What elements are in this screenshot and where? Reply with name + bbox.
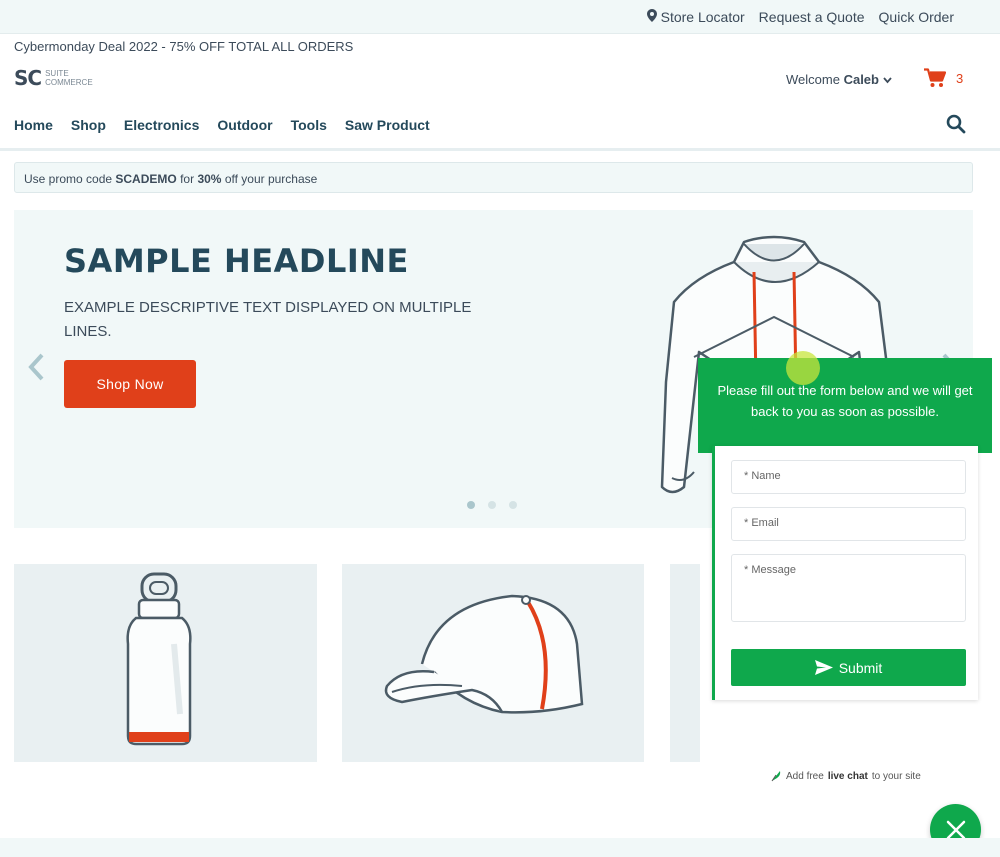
welcome-prefix: Welcome — [786, 72, 840, 87]
product-tile-bottle[interactable] — [14, 564, 317, 762]
main-nav: Home Shop Electronics Outdoor Tools Saw … — [14, 117, 430, 133]
live-chat-promo[interactable]: Add free live chat to your site — [770, 770, 921, 782]
submit-label: Submit — [838, 659, 883, 676]
cap-illustration — [384, 594, 584, 714]
user-name: Caleb — [843, 72, 879, 87]
promo-banner: Use promo code SCADEMO for 30% off your … — [14, 162, 973, 193]
carousel-dot-3[interactable] — [509, 501, 517, 509]
promo-live-chat: live chat — [827, 770, 868, 782]
shop-now-button[interactable]: Shop Now — [64, 360, 196, 408]
promo-code: SCADEMO — [115, 172, 177, 186]
quick-order-link[interactable]: Quick Order — [879, 9, 954, 25]
utility-bar: Store Locator Request a Quote Quick Orde… — [0, 0, 1000, 34]
chevron-down-icon — [882, 77, 892, 84]
store-locator-link[interactable]: Store Locator — [646, 9, 745, 25]
promo-to-site: to your site — [871, 770, 921, 782]
nav-item-tools[interactable]: Tools — [291, 117, 327, 133]
bottom-strip — [0, 838, 1000, 857]
logo-line-1: SUITE — [45, 69, 69, 78]
widget-header: Please fill out the form below and we wi… — [698, 358, 992, 453]
logo-line-2: COMMERCE — [45, 78, 93, 87]
promo-prefix: Use promo code — [24, 172, 113, 186]
contact-form-widget: Please fill out the form below and we wi… — [698, 358, 992, 758]
promo-add-free: Add free — [786, 770, 824, 782]
product-tile-cap[interactable] — [342, 564, 644, 762]
carousel-dots — [467, 501, 517, 509]
site-logo[interactable]: SC SUITE COMMERCE — [14, 66, 93, 90]
cart-count: 3 — [956, 70, 964, 86]
announcement-text: Cybermonday Deal 2022 - 75% OFF TOTAL AL… — [14, 39, 354, 54]
cursor-highlight — [786, 351, 820, 385]
brand-leaf-icon — [771, 771, 781, 782]
account-menu[interactable]: Welcome Caleb — [786, 72, 892, 87]
cart-icon — [924, 68, 946, 87]
hero-description: EXAMPLE DESCRIPTIVE TEXT DISPLAYED ON MU… — [64, 299, 472, 340]
widget-form: * Name * Email * Message Submit — [712, 446, 978, 700]
close-icon — [946, 820, 965, 839]
water-bottle-illustration — [126, 572, 192, 746]
nav-item-outdoor[interactable]: Outdoor — [217, 117, 272, 133]
nav-divider — [0, 148, 1000, 151]
promo-middle: for — [180, 172, 195, 186]
chevron-left-icon — [28, 353, 44, 381]
promo-percent: 30% — [197, 172, 222, 186]
product-tile-3[interactable] — [670, 564, 700, 762]
message-field[interactable]: * Message — [731, 554, 966, 622]
nav-item-home[interactable]: Home — [14, 117, 53, 133]
store-locator-label: Store Locator — [660, 9, 745, 25]
hero-headline: SAMPLE HEADLINE — [64, 242, 409, 280]
name-field[interactable]: * Name — [731, 460, 966, 494]
nav-item-electronics[interactable]: Electronics — [124, 117, 199, 133]
search-button[interactable] — [946, 114, 966, 139]
nav-item-shop[interactable]: Shop — [71, 117, 106, 133]
carousel-dot-1[interactable] — [467, 501, 475, 509]
promo-suffix: off your purchase — [224, 172, 318, 186]
send-icon — [814, 660, 833, 675]
carousel-dot-2[interactable] — [488, 501, 496, 509]
cart-button[interactable]: 3 — [924, 68, 963, 88]
submit-button[interactable]: Submit — [731, 649, 966, 686]
carousel-prev-button[interactable] — [24, 352, 48, 387]
utility-links: Store Locator Request a Quote Quick Orde… — [646, 9, 954, 25]
logo-wordmark: SUITE COMMERCE — [45, 69, 93, 87]
request-quote-link[interactable]: Request a Quote — [759, 9, 865, 25]
search-icon — [946, 114, 966, 134]
nav-item-saw-product[interactable]: Saw Product — [345, 117, 430, 133]
map-pin-icon — [646, 9, 657, 22]
email-field[interactable]: * Email — [731, 507, 966, 541]
logo-mark: SC — [14, 66, 42, 90]
